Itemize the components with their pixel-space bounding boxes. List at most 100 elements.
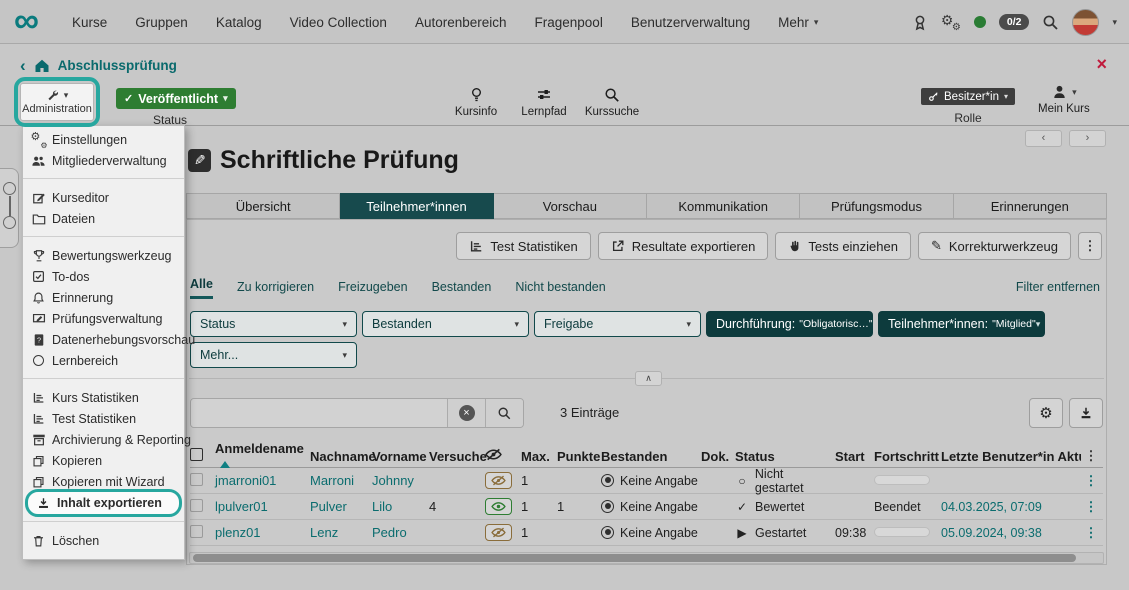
topnav-item-more[interactable]: Mehr ▾ <box>778 15 818 30</box>
topnav-item-kurse[interactable]: Kurse <box>72 15 107 30</box>
filter-entfernen-link[interactable]: Filter entfernen <box>1016 280 1100 299</box>
col-bestanden[interactable]: Bestanden <box>601 449 701 464</box>
anmeldename-link[interactable]: lpulver01 <box>215 499 310 514</box>
teilnehmer-filter-dropdown[interactable]: Teilnehmer*innen: "Mitglied" ▾ <box>878 311 1045 337</box>
menu-item-inhalt-exportieren[interactable]: Inhalt exportieren <box>28 492 179 514</box>
search-button[interactable] <box>485 399 523 427</box>
row-checkbox[interactable] <box>190 473 203 486</box>
topnav-item-autorenbereich[interactable]: Autorenbereich <box>415 15 507 30</box>
col-start[interactable]: Start <box>835 449 874 464</box>
topnav-item-fragenpool[interactable]: Fragenpool <box>535 15 603 30</box>
row-checkbox[interactable] <box>190 525 203 538</box>
row-menu-button[interactable]: ⋮ <box>1081 473 1101 489</box>
kursinfo-button[interactable]: Kursinfo <box>450 87 502 118</box>
column-options-button[interactable]: ⋮ <box>1081 448 1101 464</box>
administration-gears-icon[interactable]: ⚙⚙ <box>941 13 961 31</box>
anmeldename-link[interactable]: jmarroni01 <box>215 473 310 488</box>
menu-item-archivierung-reporting[interactable]: Archivierung & Reporting <box>23 429 184 450</box>
bestanden-filter-dropdown[interactable]: Bestanden ▾ <box>362 311 529 337</box>
col-visibility[interactable] <box>485 448 521 464</box>
topnav-item-video-collection[interactable]: Video Collection <box>290 15 387 30</box>
select-all-checkbox[interactable] <box>190 448 203 461</box>
back-chevron-icon[interactable]: ‹ <box>20 59 26 73</box>
menu-item-test-statistiken[interactable]: Test Statistiken <box>23 408 184 429</box>
eye-slash-badge[interactable] <box>485 524 512 541</box>
tab-erinnerungen[interactable]: Erinnerungen <box>954 193 1107 219</box>
menu-item-einstellungen[interactable]: ⚙⚙ Einstellungen <box>23 129 184 150</box>
durchfuehrung-filter-dropdown[interactable]: Durchführung: "Obligatorisc…" ▾ <box>706 311 873 337</box>
tab-vorschau[interactable]: Vorschau <box>494 193 647 219</box>
clear-search-button[interactable]: × <box>447 399 485 427</box>
eye-slash-badge[interactable] <box>485 472 512 489</box>
resultate-exportieren-button[interactable]: Resultate exportieren <box>598 232 769 260</box>
eye-open-badge[interactable] <box>485 498 512 515</box>
pager-previous-button[interactable]: ‹ <box>1025 130 1062 147</box>
openolat-logo-infinity-icon[interactable]: ∞ <box>14 0 39 45</box>
test-statistiken-button[interactable]: Test Statistiken <box>456 232 590 260</box>
topnav-item-katalog[interactable]: Katalog <box>216 15 262 30</box>
col-nachname[interactable]: Nachname <box>310 449 372 464</box>
scrollbar-thumb[interactable] <box>193 554 1076 562</box>
menu-item-loeschen[interactable]: Löschen <box>23 530 184 551</box>
menu-item-kurs-statistiken[interactable]: Kurs Statistiken <box>23 387 184 408</box>
chevron-down-icon[interactable]: ▾ <box>1112 17 1117 28</box>
nachname-link[interactable]: Marroni <box>310 473 372 488</box>
col-anmeldename[interactable]: Anmeldename <box>215 441 310 471</box>
role-owner-button[interactable]: Besitzer*in ▾ <box>921 88 1015 105</box>
published-status-button[interactable]: ✓ Veröffentlicht ▾ <box>116 88 236 109</box>
vorname-link[interactable]: Pedro <box>372 525 429 540</box>
task-counter-badge[interactable]: 0/2 <box>999 14 1030 30</box>
filter-tab-zu-korrigieren[interactable]: Zu korrigieren <box>237 280 314 299</box>
search-icon[interactable] <box>1042 14 1059 31</box>
filter-tab-alle[interactable]: Alle <box>190 277 213 299</box>
menu-item-todos[interactable]: To-dos <box>23 266 184 287</box>
menu-item-dateien[interactable]: Dateien <box>23 208 184 229</box>
tab-teilnehmerinnen[interactable]: Teilnehmer*innen <box>340 193 493 219</box>
qualification-medal-icon[interactable] <box>912 14 928 31</box>
mehr-filter-dropdown[interactable]: Mehr... ▾ <box>190 342 357 368</box>
status-filter-dropdown[interactable]: Status ▾ <box>190 311 357 337</box>
filter-tab-nicht-bestanden[interactable]: Nicht bestanden <box>515 280 605 299</box>
search-input[interactable] <box>191 399 447 427</box>
anmeldename-link[interactable]: plenz01 <box>215 525 310 540</box>
col-max[interactable]: Max. <box>521 449 557 464</box>
pager-next-button[interactable]: › <box>1069 130 1106 147</box>
breadcrumb-course-title[interactable]: Abschlussprüfung <box>58 58 177 73</box>
row-checkbox[interactable] <box>190 499 203 512</box>
tests-einziehen-button[interactable]: Tests einziehen <box>775 232 911 260</box>
vorname-link[interactable]: Johnny <box>372 473 429 488</box>
menu-item-pruefungsverwaltung[interactable]: Prüfungsverwaltung <box>23 308 184 329</box>
freigabe-filter-dropdown[interactable]: Freigabe ▾ <box>534 311 701 337</box>
user-avatar[interactable] <box>1072 9 1099 36</box>
col-fortschritt[interactable]: Fortschritt <box>874 449 941 464</box>
col-versuche[interactable]: Versuche <box>429 449 485 464</box>
table-settings-button[interactable]: ⚙ <box>1029 398 1063 428</box>
col-letzte-aktualisierung[interactable]: Letzte Benutzer*in Aktua <box>941 449 1081 464</box>
horizontal-scrollbar[interactable] <box>189 552 1104 564</box>
tab-uebersicht[interactable]: Übersicht <box>186 193 340 219</box>
col-vorname[interactable]: Vorname <box>372 449 429 464</box>
nachname-link[interactable]: Pulver <box>310 499 372 514</box>
administration-button[interactable]: ▾ Administration <box>20 83 94 121</box>
menu-item-kurseditor[interactable]: Kurseditor <box>23 187 184 208</box>
menu-item-mitgliederverwaltung[interactable]: Mitgliederverwaltung <box>23 150 184 171</box>
collapse-filters-button[interactable]: ∧ <box>635 371 662 386</box>
menu-item-kopieren[interactable]: Kopieren <box>23 450 184 471</box>
menu-item-datenerhebungsvorschau[interactable]: ? Datenerhebungsvorschau <box>23 329 184 350</box>
tab-kommunikation[interactable]: Kommunikation <box>647 193 800 219</box>
col-dok[interactable]: Dok. <box>701 449 735 464</box>
table-row[interactable]: lpulver01 Pulver Lilo 4 1 1 Keine Angabe… <box>190 494 1103 520</box>
close-icon[interactable]: × <box>1096 55 1107 73</box>
table-download-button[interactable] <box>1069 398 1103 428</box>
online-status-dot[interactable] <box>974 16 986 28</box>
col-punkte[interactable]: Punkte <box>557 449 601 464</box>
col-status[interactable]: Status <box>735 449 835 464</box>
table-row[interactable]: jmarroni01 Marroni Johnny 1 Keine Angabe… <box>190 468 1103 494</box>
filter-tab-bestanden[interactable]: Bestanden <box>432 280 492 299</box>
row-menu-button[interactable]: ⋮ <box>1081 499 1101 515</box>
nachname-link[interactable]: Lenz <box>310 525 372 540</box>
lernpfad-button[interactable]: Lernpfad <box>518 87 570 118</box>
table-row[interactable]: plenz01 Lenz Pedro 1 Keine Angabe ▶Gesta… <box>190 520 1103 546</box>
home-icon[interactable] <box>34 58 50 73</box>
korrekturwerkzeug-button[interactable]: ✎ Korrekturwerkzeug <box>918 232 1071 260</box>
